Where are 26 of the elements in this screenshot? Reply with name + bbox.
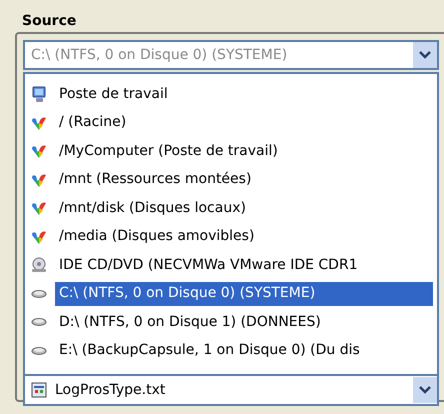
dropdown-item[interactable]: / (Racine) (55, 110, 433, 135)
dropdown-button[interactable] (413, 377, 437, 403)
colorful-wings-icon (31, 143, 47, 160)
colorful-wings-icon (31, 172, 47, 188)
colorful-wings-icon (31, 200, 47, 216)
dropdown-item[interactable]: D:\ (NTFS, 0 on Disque 1) (DONNEES) (55, 310, 433, 334)
dropdown-item[interactable]: C:\ (NTFS, 0 on Disque 0) (SYSTEME) (55, 282, 433, 306)
dropdown-button[interactable] (413, 42, 437, 68)
dropdown-item[interactable]: Poste de travail (55, 82, 433, 106)
chevron-down-icon (419, 51, 431, 59)
dropdown-item[interactable]: /MyComputer (Poste de travail) (55, 139, 433, 164)
chevron-down-icon (419, 386, 431, 394)
dropdown-item[interactable]: IDE CD/DVD (NECVMWa VMware IDE CDR1 (55, 253, 433, 278)
computer-icon (31, 86, 47, 102)
dropdown-item[interactable]: /media (Disques amovibles) (55, 224, 433, 249)
dropdown-item[interactable]: /mnt (Ressources montées) (55, 168, 433, 192)
combo-value: C:\ (NTFS, 0 on Disque 0) (SYSTEME) (30, 46, 288, 64)
dropdown-item[interactable]: E:\ (BackupCapsule, 1 on Disque 0) (Du dis (55, 338, 433, 363)
section-title: Source (22, 13, 76, 29)
file-name: LogProsType.txt (54, 380, 166, 400)
disc-drive-icon (31, 257, 47, 274)
colorful-wings-icon (31, 228, 47, 245)
file-icon (31, 382, 47, 398)
dropdown-item[interactable]: /mnt/disk (Disques locaux) (55, 196, 433, 220)
file-combo[interactable]: LogProsType.txt (23, 376, 439, 406)
colorful-wings-icon (31, 114, 47, 131)
